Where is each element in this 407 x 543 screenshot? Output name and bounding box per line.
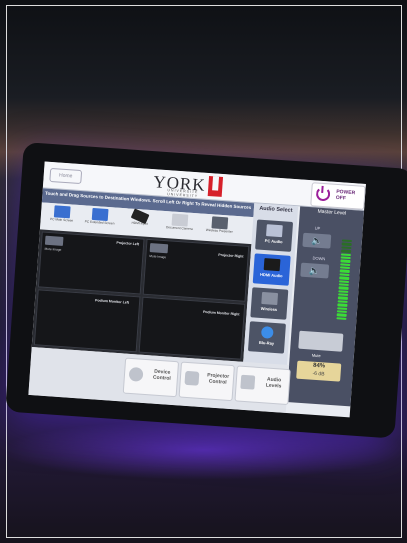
master-level-panel: Master Level UP 🔈 DOWN 🔈 Mute 84% -6 dB — [286, 206, 365, 407]
audio-levels-button[interactable]: Audio Levels — [234, 365, 291, 406]
source-label: HDMI Input — [131, 220, 148, 226]
touch-panel-screen: Home YORK UNIVERSITÉ UNIVERSITY POWER OF… — [28, 161, 366, 418]
audio-bluray-button[interactable]: Blu-Ray — [247, 321, 286, 354]
mute-image-button[interactable] — [44, 235, 64, 246]
desktop-icon — [266, 224, 283, 238]
destination-windows: Mute Image Projector Left Mute Image Pro… — [31, 229, 252, 362]
wireless-icon — [261, 291, 279, 306]
disc-icon — [260, 326, 274, 339]
device-icon — [128, 366, 144, 382]
source-hdmi[interactable]: HDMI Input — [124, 208, 156, 236]
photo-background: Home YORK UNIVERSITÉ UNIVERSITY POWER OF… — [0, 0, 407, 543]
window-label: Projector Right — [218, 252, 244, 259]
mute-image-button[interactable] — [149, 243, 169, 254]
meter-segment — [338, 286, 349, 290]
source-pc-extended[interactable]: PC Extended Screen — [84, 207, 116, 233]
mute-label: Mute — [311, 352, 321, 359]
desktop-icon — [91, 207, 109, 222]
meter-segment — [339, 276, 350, 280]
document-camera-icon — [171, 213, 189, 227]
source-wireless-presenter[interactable]: Wireless Presenter — [204, 216, 236, 242]
projector-icon — [184, 370, 200, 386]
device-control-label: Device Control — [152, 368, 171, 382]
device-control-button[interactable]: Device Control — [122, 357, 180, 398]
source-pc-main[interactable]: PC Main Screen — [46, 205, 78, 231]
meter-segment — [339, 269, 350, 273]
audio-bluray-label: Blu-Ray — [258, 339, 275, 346]
mute-image-label: Mute Image — [149, 254, 167, 260]
window-podium-left[interactable]: Podium Monitor Left — [33, 289, 141, 353]
audio-wireless-label: Wireless — [260, 305, 278, 313]
meter-segment — [341, 249, 352, 253]
window-projector-right[interactable]: Mute Image Projector Right — [142, 238, 250, 302]
audio-pc-label: PC Audio — [264, 238, 283, 245]
volume-up-button[interactable]: 🔈 — [302, 232, 332, 249]
wireless-presenter-icon — [211, 216, 229, 230]
hdmi-cable-icon — [263, 258, 281, 272]
volume-meter — [336, 239, 352, 320]
audio-levels-label: Audio Levels — [265, 376, 282, 390]
source-document-camera[interactable]: Document Camera — [164, 213, 196, 239]
desktop-icon — [53, 205, 71, 219]
level-readout: 84% -6 dB — [296, 360, 342, 382]
source-label: PC Main Screen — [49, 217, 74, 223]
mute-button[interactable] — [298, 330, 344, 352]
projector-control-button[interactable]: Projector Control — [178, 361, 235, 402]
home-button[interactable]: Home — [49, 167, 83, 185]
source-label: PC Extended Screen — [84, 219, 115, 226]
touch-panel-bezel: Home YORK UNIVERSITÉ UNIVERSITY POWER OF… — [5, 142, 407, 439]
source-label: Document Camera — [165, 225, 193, 231]
window-label: Projector Left — [116, 240, 140, 247]
window-projector-left[interactable]: Mute Image Projector Left — [37, 231, 145, 295]
master-level-title: Master Level — [317, 208, 347, 217]
meter-segment — [336, 313, 347, 317]
speaker-icon: 🔈 — [308, 265, 321, 276]
meter-segment — [340, 259, 351, 263]
volume-down-button[interactable]: 🔈 — [300, 262, 330, 279]
source-label: Wireless Presenter — [205, 227, 233, 234]
volume-up-label: UP — [314, 225, 321, 231]
audio-wireless-button[interactable]: Wireless — [250, 287, 289, 320]
audio-levels-icon — [240, 374, 256, 390]
audio-pc-button[interactable]: PC Audio — [255, 219, 294, 252]
window-podium-right[interactable]: Podium Monitor Right — [138, 296, 246, 360]
power-icon — [315, 186, 331, 202]
audio-hdmi-button[interactable]: HDMI Audio — [252, 253, 291, 286]
volume-down-label: DOWN — [312, 255, 326, 262]
meter-segment — [341, 242, 352, 246]
meter-segment — [336, 316, 347, 320]
power-off-label: POWER OFF — [335, 188, 356, 202]
york-logo: YORK UNIVERSITÉ UNIVERSITY — [153, 171, 224, 198]
power-off-button[interactable]: POWER OFF — [310, 182, 366, 210]
audio-hdmi-label: HDMI Audio — [259, 271, 283, 279]
speaker-icon: 🔈 — [310, 235, 323, 247]
meter-segment — [337, 296, 348, 300]
window-label: Podium Monitor Left — [94, 298, 130, 305]
projector-control-label: Projector Control — [206, 372, 230, 386]
audio-select-title: Audio Select — [259, 205, 293, 214]
meter-segment — [337, 303, 348, 307]
mute-image-label: Mute Image — [44, 246, 62, 252]
window-label: Podium Monitor Right — [202, 309, 240, 317]
